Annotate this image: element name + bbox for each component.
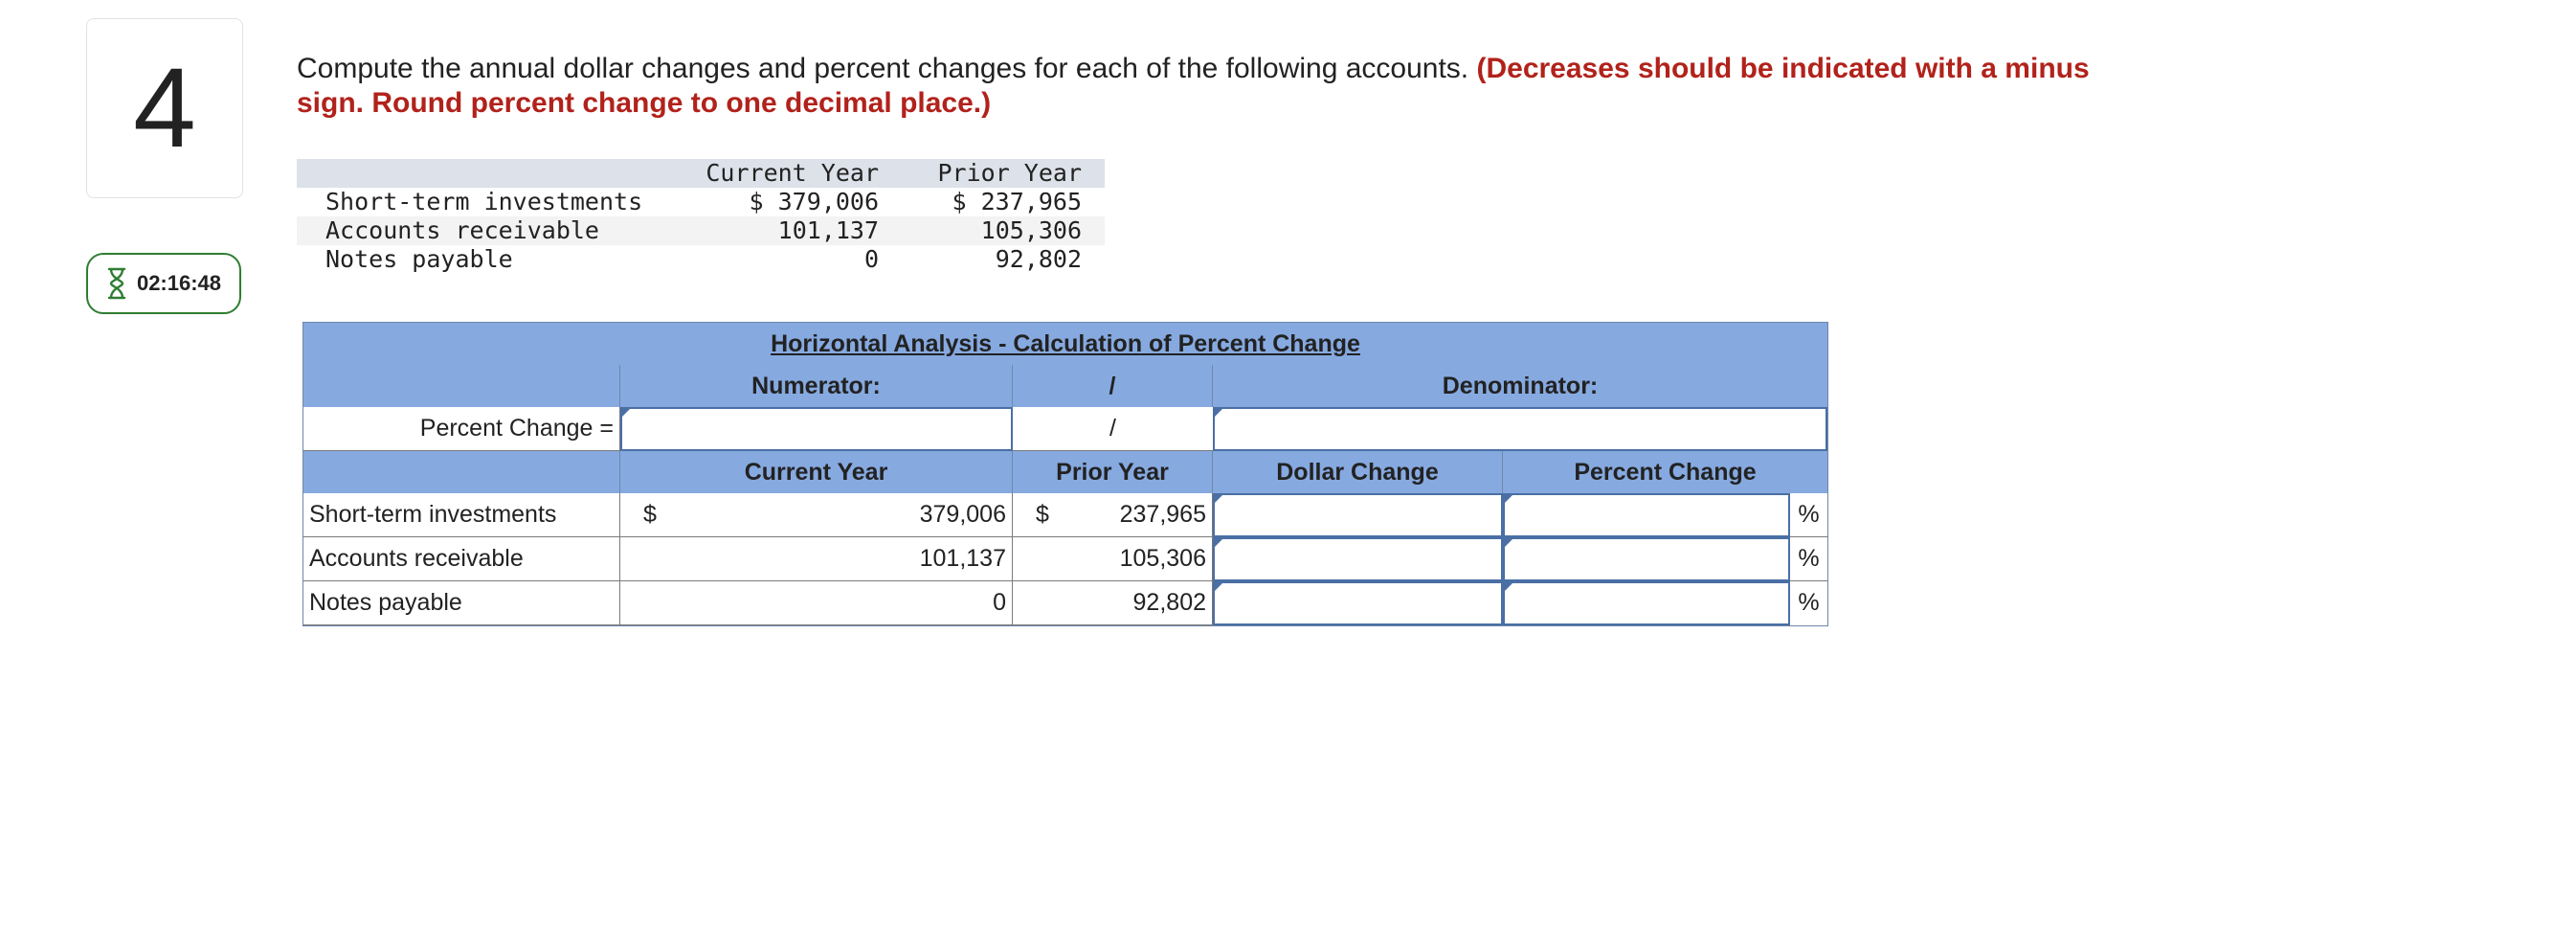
dollar-change-input[interactable] (1213, 537, 1503, 581)
given-row: Short-term investments $ 379,006 $ 237,9… (297, 188, 1105, 216)
percent-change-label: Percent Change = (303, 407, 620, 451)
given-row: Notes payable 0 92,802 (297, 245, 1105, 274)
column-header-dollar-change: Dollar Change (1213, 451, 1503, 493)
formula-header-blank (303, 365, 620, 407)
divider-symbol: / (1013, 407, 1213, 451)
dollar-change-input[interactable] (1213, 581, 1503, 625)
percent-symbol: % (1790, 493, 1827, 537)
column-header-prior-year: Prior Year (1013, 451, 1213, 493)
numerator-label: Numerator: (620, 365, 1013, 407)
given-row-current-year: 0 (863, 245, 879, 273)
instruction-text: Compute the annual dollar changes and pe… (297, 53, 1469, 84)
numerator-input[interactable] (620, 407, 1013, 451)
currency-symbol: $ (1036, 501, 1049, 528)
hourglass-icon (106, 266, 127, 301)
percent-symbol: % (1790, 537, 1827, 581)
column-header-blank (303, 451, 620, 493)
given-row-label: Short-term investments (325, 188, 643, 215)
given-row-current-year: 101,137 (777, 216, 879, 244)
given-row-label: Notes payable (325, 245, 513, 273)
given-header-row: Current Year Prior Year (297, 159, 1105, 188)
timer-text: 02:16:48 (136, 271, 222, 295)
given-header-blank (297, 159, 680, 188)
prior-year-cell: $ 237,965 (1013, 493, 1213, 537)
question-number-card: 4 (86, 18, 243, 198)
given-row-prior-year: 92,802 (995, 245, 1082, 273)
denominator-label: Denominator: (1442, 373, 1599, 399)
prior-year-value: 105,306 (1013, 537, 1213, 581)
given-header-current-year: Current Year (706, 159, 879, 187)
question-number: 4 (133, 45, 196, 171)
given-row-prior-year: 105,306 (980, 216, 1082, 244)
given-header-prior-year: Prior Year (937, 159, 1082, 187)
currency-symbol: $ (643, 501, 657, 528)
given-row-label: Accounts receivable (325, 216, 599, 244)
current-year-value: 101,137 (620, 537, 1013, 581)
column-header-current-year: Current Year (620, 451, 1013, 493)
given-row: Accounts receivable 101,137 105,306 (297, 216, 1105, 245)
percent-change-input[interactable] (1503, 581, 1790, 625)
denominator-input[interactable] (1213, 407, 1827, 451)
table-title: Horizontal Analysis - Calculation of Per… (303, 323, 1827, 365)
dollar-change-input[interactable] (1213, 493, 1503, 537)
prior-year-value: 92,802 (1013, 581, 1213, 625)
timer-badge[interactable]: 02:16:48 (86, 253, 241, 314)
horizontal-analysis-table: Horizontal Analysis - Calculation of Per… (302, 322, 1828, 626)
percent-symbol: % (1798, 589, 1820, 616)
given-data-table: Current Year Prior Year Short-term inves… (297, 159, 1105, 274)
given-row-prior-year: $ 237,965 (952, 188, 1082, 215)
question-instructions: Compute the annual dollar changes and pe… (297, 52, 2163, 121)
current-year-cell: $ 379,006 (620, 493, 1013, 537)
divider-label: / (1013, 365, 1213, 407)
current-year-value: 0 (620, 581, 1013, 625)
row-label: Notes payable (303, 581, 620, 625)
percent-change-input[interactable] (1503, 493, 1790, 537)
current-year-value: 379,006 (919, 501, 1006, 528)
prior-year-value: 237,965 (1119, 501, 1206, 528)
column-header-percent-change: Percent Change (1574, 459, 1757, 486)
given-row-current-year: $ 379,006 (749, 188, 879, 215)
percent-change-input[interactable] (1503, 537, 1790, 581)
row-label: Accounts receivable (303, 537, 620, 581)
row-label: Short-term investments (303, 493, 620, 537)
